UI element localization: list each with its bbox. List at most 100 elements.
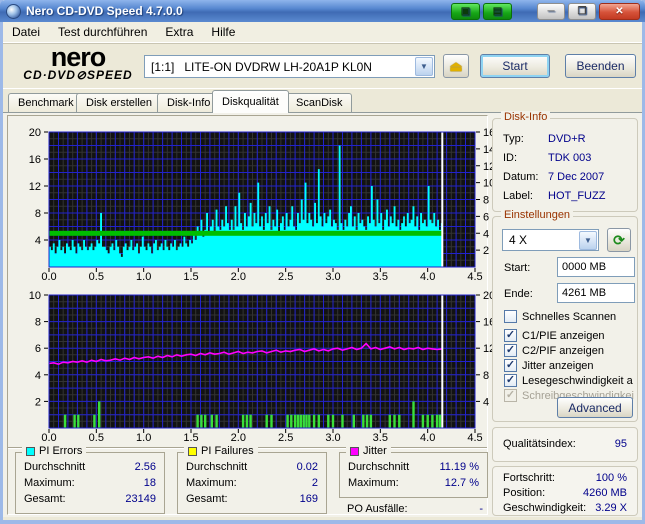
svg-text:8: 8 [483, 370, 489, 382]
stat-value: 23149 [125, 493, 156, 505]
advanced-button[interactable]: Advanced [557, 397, 633, 418]
svg-text:10: 10 [29, 290, 41, 302]
svg-text:0.0: 0.0 [41, 432, 56, 444]
drive-select-value: [1:1] LITE-ON DVDRW LH-20A1P KL0N [151, 59, 372, 74]
po-failures-value: - [479, 503, 483, 515]
pi-failures-stats: PI Failures Durchschnitt 0.02 Maximum: 2… [177, 445, 327, 514]
stat-label: Durchschnitt [24, 461, 86, 473]
settings-group: Einstellungen 4 X ▼ ⟳ Start: Ende: ✓Schn… [492, 209, 638, 422]
svg-text:8: 8 [483, 195, 489, 207]
checkbox-c1-pie[interactable]: ✓ C1/PIE anzeigen [504, 329, 605, 342]
svg-text:4.5: 4.5 [467, 432, 482, 444]
checkbox-icon: ✓ [504, 359, 517, 372]
jitter-stats: Jitter Durchschnitt 11.19 % Maximum: 12.… [339, 445, 488, 498]
menu-test-durchfuehren[interactable]: Test durchführen [49, 23, 156, 41]
checkbox-lesegeschwindigkeit[interactable]: ✓ Lesegeschwindigkeit a [504, 374, 633, 387]
header: nero CD·DVD⊘SPEED [1:1] LITE-ON DVDRW LH… [3, 43, 642, 89]
checkbox-icon: ✓ [504, 389, 517, 402]
svg-text:4: 4 [35, 370, 41, 382]
quality-index-box: Qualitätsindex: 95 [492, 427, 638, 462]
stat-label: Maximum: [24, 477, 75, 489]
menu-datei[interactable]: Datei [3, 23, 49, 41]
progress-value: 100 % [595, 472, 627, 484]
svg-text:2: 2 [483, 245, 489, 257]
svg-text:12: 12 [483, 161, 492, 173]
speed-select[interactable]: 4 X ▼ [502, 229, 599, 251]
tab-disk-erstellen[interactable]: Disk erstellen [76, 93, 163, 113]
stat-value: 2 [311, 477, 318, 489]
stat-label: Maximum: [348, 477, 399, 489]
logo-text: nero [50, 42, 107, 72]
disk-id-value: TDK 003 [548, 152, 592, 164]
screenshot-icon: ▣ [460, 5, 471, 17]
checkbox-jitter[interactable]: ✓ Jitter anzeigen [504, 359, 594, 372]
svg-text:3.0: 3.0 [325, 432, 340, 444]
disk-info-group: Disk-Info Typ: DVD+R ID: TDK 003 Datum: … [492, 111, 638, 212]
stat-value: 18 [143, 477, 156, 489]
app-window: Nero CD-DVD Speed 4.7.0.0 ▣ ▤ ─ ❐ ✕ Date… [0, 0, 645, 524]
refresh-icon: ⟳ [613, 231, 625, 248]
save-icon: ▤ [492, 5, 503, 17]
stat-label: Gesamt: [24, 493, 66, 505]
chevron-down-icon[interactable]: ▼ [579, 230, 597, 250]
quit-button[interactable]: Beenden [565, 54, 636, 78]
drive-select[interactable]: [1:1] LITE-ON DVDRW LH-20A1P KL0N ▼ [144, 55, 435, 78]
checkbox-icon: ✓ [504, 344, 517, 357]
refresh-button[interactable]: ⟳ [607, 228, 631, 252]
disk-date-value: 7 Dec 2007 [548, 171, 605, 183]
checkbox-icon: ✓ [504, 310, 517, 323]
svg-text:12: 12 [29, 181, 41, 193]
diskqualitaet-page: 20 16 12 8 4 16 14 12 10 8 6 4 2 0.0 0.5 1.0 1.5 2.0 2.5 3.… [3, 111, 642, 517]
minimize-button[interactable]: ─ [537, 2, 565, 20]
maximize-button[interactable]: ❐ [568, 2, 596, 20]
settings-title: Einstellungen [501, 209, 574, 221]
svg-text:1.5: 1.5 [183, 432, 198, 444]
svg-text:0.5: 0.5 [89, 432, 104, 444]
pi-failures-swatch [188, 446, 197, 456]
stat-value: 169 [299, 493, 318, 505]
svg-text:2.5: 2.5 [278, 432, 293, 444]
svg-text:10: 10 [483, 178, 492, 190]
window-title: Nero CD-DVD Speed 4.7.0.0 [26, 4, 183, 18]
disk-label-value: HOT_FUZZ [548, 190, 606, 202]
stat-label: Gesamt: [186, 493, 228, 505]
tab-benchmark[interactable]: Benchmark [8, 93, 84, 113]
tab-scandisk[interactable]: ScanDisk [286, 93, 353, 113]
end-position-field[interactable] [557, 283, 635, 303]
svg-text:16: 16 [483, 127, 492, 139]
stat-value: 12.7 % [444, 477, 479, 489]
position-value: 4260 MB [582, 487, 627, 499]
tab-strip: Benchmark Disk erstellen Disk-Info Diskq… [3, 90, 642, 113]
app-icon [6, 3, 21, 19]
maximize-icon: ❐ [577, 5, 587, 17]
checkbox-icon: ✓ [504, 374, 517, 387]
nero-logo: nero CD·DVD⊘SPEED [17, 42, 139, 82]
checkbox-schnelles-scannen[interactable]: ✓Schnelles Scannen [504, 310, 616, 323]
stat-label: Maximum: [186, 477, 237, 489]
svg-text:4: 4 [483, 228, 489, 240]
menu-extra[interactable]: Extra [156, 23, 202, 41]
svg-text:8: 8 [35, 317, 41, 329]
stat-value: 0.02 [296, 461, 318, 473]
svg-text:4.0: 4.0 [420, 432, 435, 444]
tab-diskqualitaet[interactable]: Diskqualität [212, 90, 289, 113]
svg-text:3.5: 3.5 [373, 432, 388, 444]
screenshot-button[interactable]: ▣ [451, 2, 480, 20]
close-button[interactable]: ✕ [599, 2, 640, 20]
svg-text:4: 4 [483, 396, 489, 408]
start-button[interactable]: Start [480, 54, 550, 78]
menu-hilfe[interactable]: Hilfe [202, 23, 244, 41]
minimize-icon: ─ [547, 5, 555, 17]
start-position-field[interactable] [557, 257, 635, 277]
disc-icon: ⊘ [75, 68, 88, 82]
save-button[interactable]: ▤ [483, 2, 512, 20]
stat-label: Durchschnitt [186, 461, 248, 473]
svg-text:16: 16 [483, 317, 492, 329]
checkbox-c2-pif[interactable]: ✓ C2/PIF anzeigen [504, 344, 604, 357]
tab-disk-info[interactable]: Disk-Info [157, 93, 221, 113]
eject-button[interactable]: ⏏ [443, 54, 469, 78]
stat-label: Durchschnitt [348, 461, 410, 473]
chevron-down-icon[interactable]: ▼ [415, 57, 433, 76]
stat-value: 11.19 % [439, 461, 479, 473]
pif-jitter-chart: 10 8 6 4 2 20 16 12 8 4 0.0 0.5 1.0 1.5 2.0 2.5 3.0 3.5 4.… [5, 282, 496, 449]
